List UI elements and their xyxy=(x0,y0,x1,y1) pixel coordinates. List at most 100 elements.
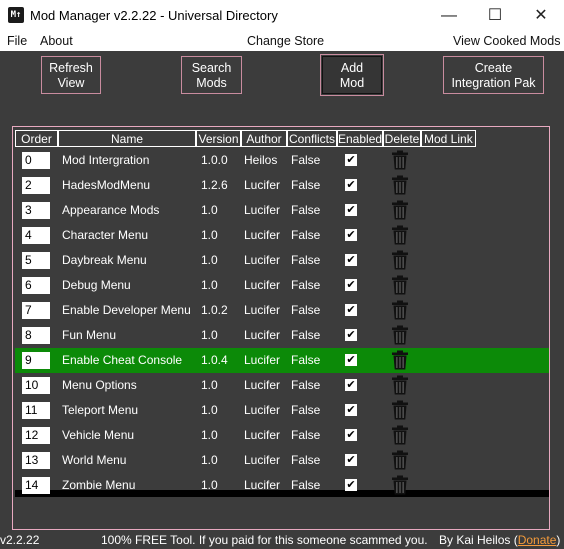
header-conflicts[interactable]: Conflicts xyxy=(287,130,337,147)
mod-author: Lucifer xyxy=(244,228,281,242)
order-input[interactable]: 5 xyxy=(22,252,50,269)
enabled-checkbox[interactable]: ✔ xyxy=(345,379,357,391)
refresh-view-label-1: Refresh xyxy=(49,61,93,75)
order-input[interactable]: 10 xyxy=(22,377,50,394)
mod-name: Vehicle Menu xyxy=(62,428,135,442)
add-mod-label-1: Add xyxy=(340,61,364,75)
table-row[interactable]: 6 Debug Menu 1.0 Lucifer False ✔ xyxy=(15,273,549,298)
enabled-checkbox[interactable]: ✔ xyxy=(345,179,357,191)
mod-version: 1.0 xyxy=(201,378,218,392)
order-input[interactable]: 11 xyxy=(22,402,50,419)
mod-version: 1.0 xyxy=(201,478,218,492)
order-input[interactable]: 7 xyxy=(22,302,50,319)
header-author[interactable]: Author xyxy=(241,130,287,147)
table-row[interactable]: 11 Teleport Menu 1.0 Lucifer False ✔ xyxy=(15,398,549,423)
enabled-checkbox[interactable]: ✔ xyxy=(345,354,357,366)
mod-version: 1.2.6 xyxy=(201,178,228,192)
header-enabled[interactable]: Enabled xyxy=(337,130,383,147)
mod-conflicts: False xyxy=(291,453,321,467)
refresh-view-button[interactable]: Refresh View xyxy=(41,56,101,94)
order-input[interactable]: 9 xyxy=(22,352,50,369)
trash-icon[interactable] xyxy=(391,225,409,245)
order-input[interactable]: 3 xyxy=(22,202,50,219)
enabled-checkbox[interactable]: ✔ xyxy=(345,204,357,216)
trash-icon[interactable] xyxy=(391,375,409,395)
trash-icon[interactable] xyxy=(391,175,409,195)
menu-change-store[interactable]: Change Store xyxy=(247,34,324,48)
menu-view-cooked-mods[interactable]: View Cooked Mods xyxy=(453,34,560,48)
refresh-view-label-2: View xyxy=(57,76,85,90)
order-input[interactable]: 4 xyxy=(22,227,50,244)
table-row[interactable]: 10 Menu Options 1.0 Lucifer False ✔ xyxy=(15,373,549,398)
menu-file[interactable]: File xyxy=(7,34,27,48)
mod-author: Lucifer xyxy=(244,328,281,342)
enabled-checkbox[interactable]: ✔ xyxy=(345,329,357,341)
mod-conflicts: False xyxy=(291,403,321,417)
search-mods-button[interactable]: Search Mods xyxy=(181,56,242,94)
mod-name: Daybreak Menu xyxy=(62,253,147,267)
order-input[interactable]: 2 xyxy=(22,177,50,194)
enabled-checkbox[interactable]: ✔ xyxy=(345,229,357,241)
enabled-checkbox[interactable]: ✔ xyxy=(345,404,357,416)
trash-icon[interactable] xyxy=(391,200,409,220)
order-input[interactable]: 8 xyxy=(22,327,50,344)
header-name[interactable]: Name xyxy=(58,130,196,147)
minimize-button[interactable]: — xyxy=(426,0,472,31)
mod-conflicts: False xyxy=(291,278,321,292)
mod-version: 1.0.4 xyxy=(201,353,228,367)
menu-about[interactable]: About xyxy=(40,34,73,48)
table-row[interactable]: 2 HadesModMenu 1.2.6 Lucifer False ✔ xyxy=(15,173,549,198)
table-row[interactable]: 8 Fun Menu 1.0 Lucifer False ✔ xyxy=(15,323,549,348)
table-row[interactable]: 14 Zombie Menu 1.0 Lucifer False ✔ xyxy=(15,473,549,498)
header-mod-link[interactable]: Mod Link xyxy=(421,130,476,147)
enabled-checkbox[interactable]: ✔ xyxy=(345,304,357,316)
trash-icon[interactable] xyxy=(391,425,409,445)
trash-icon[interactable] xyxy=(391,150,409,170)
add-mod-button[interactable]: Add Mod xyxy=(320,54,384,96)
trash-icon[interactable] xyxy=(391,400,409,420)
status-close-paren: ) xyxy=(556,533,561,547)
order-input[interactable]: 6 xyxy=(22,277,50,294)
mod-version: 1.0 xyxy=(201,228,218,242)
table-row[interactable]: 4 Character Menu 1.0 Lucifer False ✔ xyxy=(15,223,549,248)
enabled-checkbox[interactable]: ✔ xyxy=(345,279,357,291)
maximize-button[interactable]: ☐ xyxy=(472,0,518,31)
create-integration-pak-label-1: Create xyxy=(474,61,513,75)
mod-name: Mod Intergration xyxy=(62,153,150,167)
trash-icon[interactable] xyxy=(391,325,409,345)
mod-name: Appearance Mods xyxy=(62,203,160,217)
order-input[interactable]: 13 xyxy=(22,452,50,469)
table-row[interactable]: 13 World Menu 1.0 Lucifer False ✔ xyxy=(15,448,549,473)
mod-name: Debug Menu xyxy=(62,278,131,292)
trash-icon[interactable] xyxy=(391,350,409,370)
mod-conflicts: False xyxy=(291,228,321,242)
header-order[interactable]: Order xyxy=(15,130,58,147)
window-title: Mod Manager v2.2.22 - Universal Director… xyxy=(30,8,278,23)
enabled-checkbox[interactable]: ✔ xyxy=(345,479,357,491)
table-row[interactable]: 3 Appearance Mods 1.0 Lucifer False ✔ xyxy=(15,198,549,223)
trash-icon[interactable] xyxy=(391,250,409,270)
order-input[interactable]: 14 xyxy=(22,477,50,494)
mod-name: Menu Options xyxy=(62,378,137,392)
donate-link[interactable]: Donate xyxy=(518,533,557,547)
table-row[interactable]: 7 Enable Developer Menu 1.0.2 Lucifer False ✔ xyxy=(15,298,549,323)
header-delete[interactable]: Delete xyxy=(383,130,421,147)
table-row[interactable]: 5 Daybreak Menu 1.0 Lucifer False ✔ xyxy=(15,248,549,273)
trash-icon[interactable] xyxy=(391,450,409,470)
table-row[interactable]: 9 Enable Cheat Console 1.0.4 Lucifer False ✔ xyxy=(15,348,549,373)
enabled-checkbox[interactable]: ✔ xyxy=(345,454,357,466)
header-version[interactable]: Version xyxy=(196,130,241,147)
mod-name: Character Menu xyxy=(62,228,149,242)
enabled-checkbox[interactable]: ✔ xyxy=(345,254,357,266)
order-input[interactable]: 0 xyxy=(22,152,50,169)
trash-icon[interactable] xyxy=(391,275,409,295)
order-input[interactable]: 12 xyxy=(22,427,50,444)
create-integration-pak-button[interactable]: Create Integration Pak xyxy=(443,56,544,94)
enabled-checkbox[interactable]: ✔ xyxy=(345,429,357,441)
close-button[interactable]: ✕ xyxy=(518,0,564,31)
enabled-checkbox[interactable]: ✔ xyxy=(345,154,357,166)
trash-icon[interactable] xyxy=(391,300,409,320)
trash-icon[interactable] xyxy=(391,475,409,495)
table-row[interactable]: 12 Vehicle Menu 1.0 Lucifer False ✔ xyxy=(15,423,549,448)
table-row[interactable]: 0 Mod Intergration 1.0.0 Heilos False ✔ xyxy=(15,148,549,173)
